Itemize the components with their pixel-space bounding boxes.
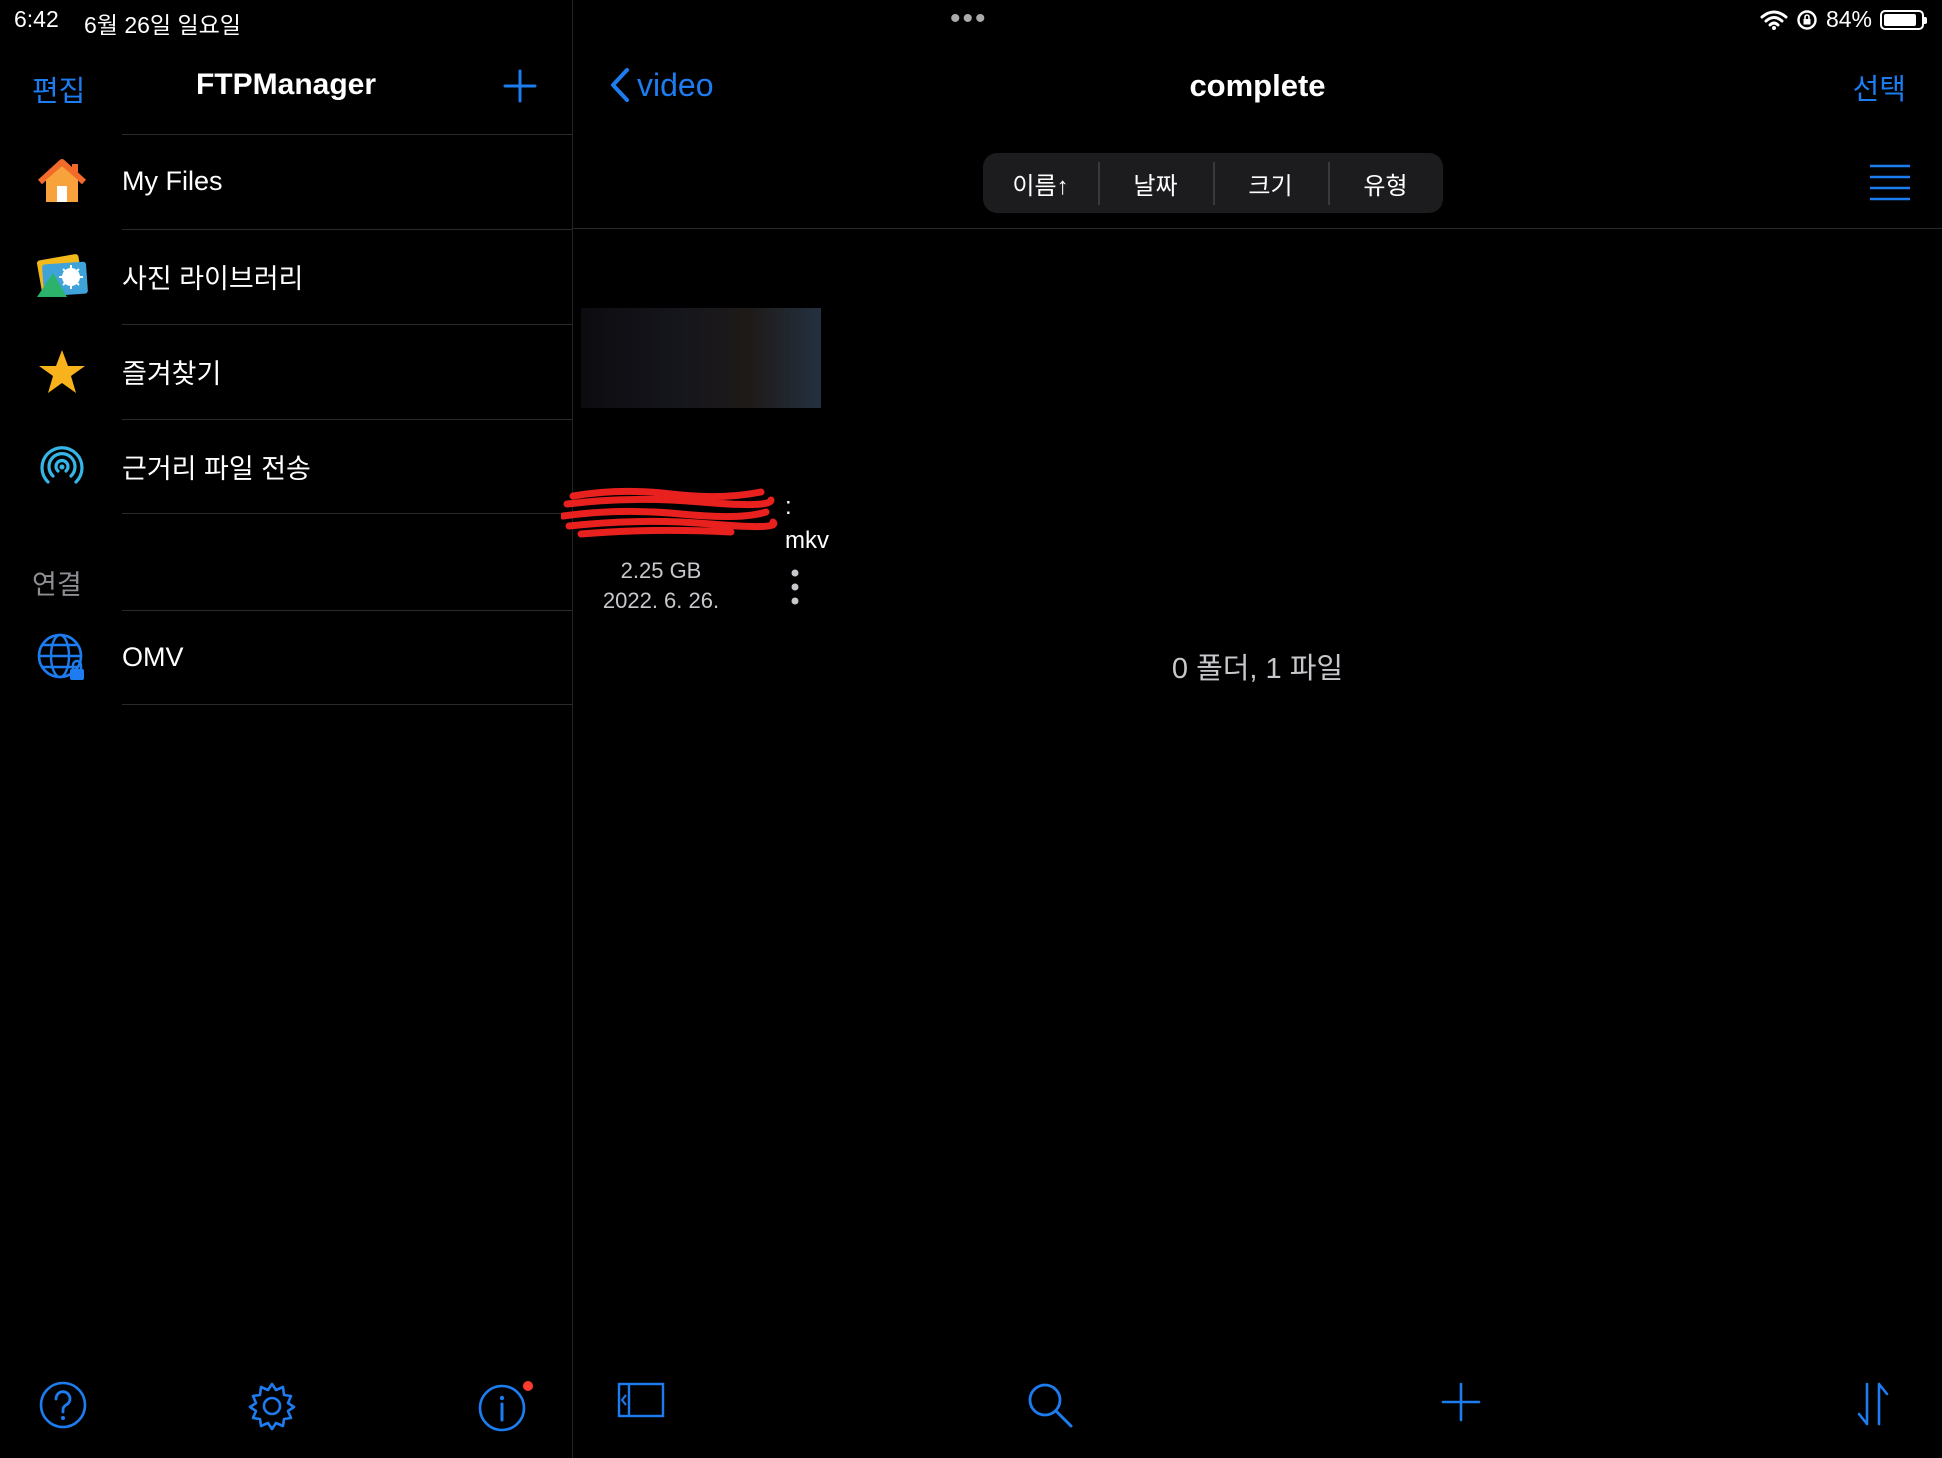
- item-count: 0 폴더, 1 파일: [1171, 653, 1344, 685]
- sidebar-item-my-files[interactable]: My Files: [0, 134, 572, 229]
- page-title: complete: [1189, 68, 1326, 103]
- list-view-icon[interactable]: [1868, 162, 1912, 202]
- edit-button[interactable]: 편집: [32, 68, 85, 110]
- settings-gear-icon[interactable]: [246, 1380, 298, 1432]
- sidebar-item-label: My Files: [122, 166, 223, 196]
- connection-label: OMV: [122, 642, 184, 672]
- file-browser: video complete 선택 이름↑ 날짜 크기 유형 : mkv 2.2…: [561, 0, 1942, 1458]
- airdrop-icon: [32, 437, 92, 497]
- file-item[interactable]: : mkv 2.25 GB 2022. 6. 26.: [561, 308, 841, 614]
- sidebar-item-label: 즐겨찾기: [122, 359, 222, 389]
- search-icon[interactable]: [1025, 1380, 1075, 1430]
- section-header-connections: 연결: [32, 570, 82, 600]
- sidebar-item-label: 사진 라이브러리: [122, 264, 304, 294]
- sort-by-size[interactable]: 크기: [1213, 161, 1328, 205]
- add-connection-button[interactable]: [500, 66, 540, 106]
- redaction-scribble: [561, 487, 778, 538]
- connection-list: OMV: [0, 610, 572, 705]
- sort-segmented-control: 이름↑ 날짜 크기 유형: [983, 153, 1443, 213]
- more-options-icon[interactable]: [790, 568, 800, 608]
- select-button[interactable]: 선택: [1853, 66, 1906, 108]
- sidebar-toolbar: [0, 1380, 572, 1440]
- sidebar-item-nearby-transfer[interactable]: 근거리 파일 전송: [0, 419, 572, 514]
- sidebar-header: FTPManager 편집: [0, 60, 572, 120]
- sort-by-name[interactable]: 이름↑: [983, 166, 1098, 201]
- connection-item-omv[interactable]: OMV: [0, 610, 572, 705]
- file-date: 2022. 6. 26.: [602, 588, 720, 613]
- sidebar-list: My Files 사진 라이브러리 즐겨찾기 근거리 파일 전송: [0, 134, 572, 514]
- globe-lock-icon: [32, 628, 92, 688]
- file-name: : mkv: [561, 487, 841, 558]
- star-icon: [32, 342, 92, 402]
- sidebar-title: FTPManager: [195, 68, 377, 101]
- sidebar-item-photo-library[interactable]: 사진 라이브러리: [0, 229, 572, 324]
- sidebar-item-label: 근거리 파일 전송: [122, 454, 311, 484]
- video-thumbnail: [581, 308, 821, 408]
- sidebar: FTPManager 편집 My Files 사진 라이브러리 즐겨찾기 근거리…: [0, 0, 573, 1458]
- notification-badge: [523, 1381, 533, 1391]
- home-icon: [32, 152, 92, 212]
- transfer-arrows-icon[interactable]: [1853, 1380, 1893, 1428]
- help-icon[interactable]: [38, 1380, 88, 1430]
- sort-by-date[interactable]: 날짜: [1098, 161, 1213, 205]
- info-icon[interactable]: [476, 1380, 536, 1434]
- header-divider: [573, 228, 1942, 229]
- sort-by-type[interactable]: 유형: [1328, 161, 1443, 205]
- add-icon[interactable]: [1439, 1380, 1483, 1424]
- photo-library-icon: [32, 247, 92, 307]
- sidebar-toggle-icon[interactable]: [617, 1380, 665, 1420]
- file-size: 2.25 GB: [620, 558, 702, 583]
- sidebar-item-favorites[interactable]: 즐겨찾기: [0, 324, 572, 419]
